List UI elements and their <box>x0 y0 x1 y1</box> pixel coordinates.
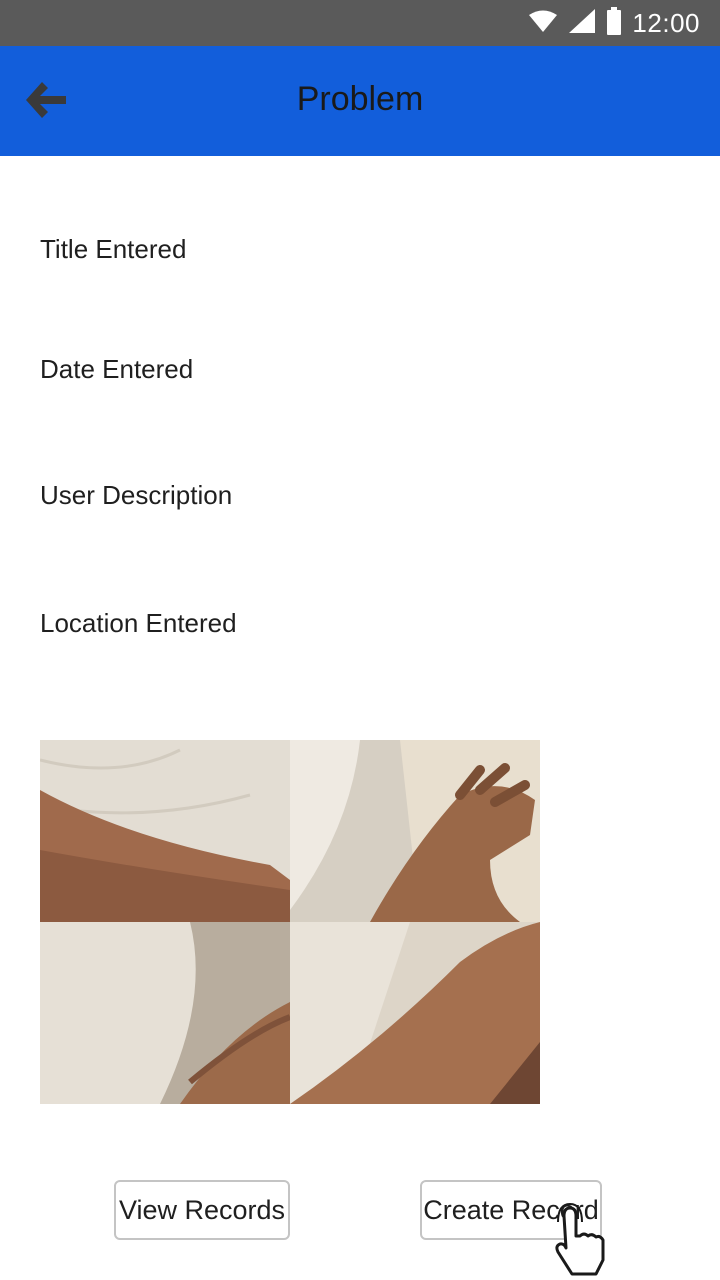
photo-thumbnail-1[interactable] <box>40 740 290 922</box>
photo-thumbnail-2[interactable] <box>290 740 540 922</box>
status-time: 12:00 <box>632 7 700 38</box>
description-field: User Description <box>40 480 233 510</box>
location-field: Location Entered <box>40 608 237 638</box>
date-field: Date Entered <box>40 354 194 384</box>
app-bar: Problem <box>0 46 720 156</box>
signal-icon <box>568 8 596 39</box>
page-title: Problem <box>296 80 424 118</box>
battery-icon <box>606 6 622 40</box>
view-records-button[interactable]: View Records <box>114 1180 290 1240</box>
status-icons: 12:00 <box>528 6 700 40</box>
title-field: Title Entered <box>40 234 187 264</box>
status-bar: 12:00 <box>0 0 720 46</box>
photo-thumbnail-3[interactable] <box>40 922 290 1104</box>
wifi-icon <box>528 9 558 38</box>
photo-thumbnail-4[interactable] <box>290 922 540 1104</box>
photo-gallery <box>40 740 540 1104</box>
create-record-button[interactable]: Create Record <box>420 1180 602 1240</box>
